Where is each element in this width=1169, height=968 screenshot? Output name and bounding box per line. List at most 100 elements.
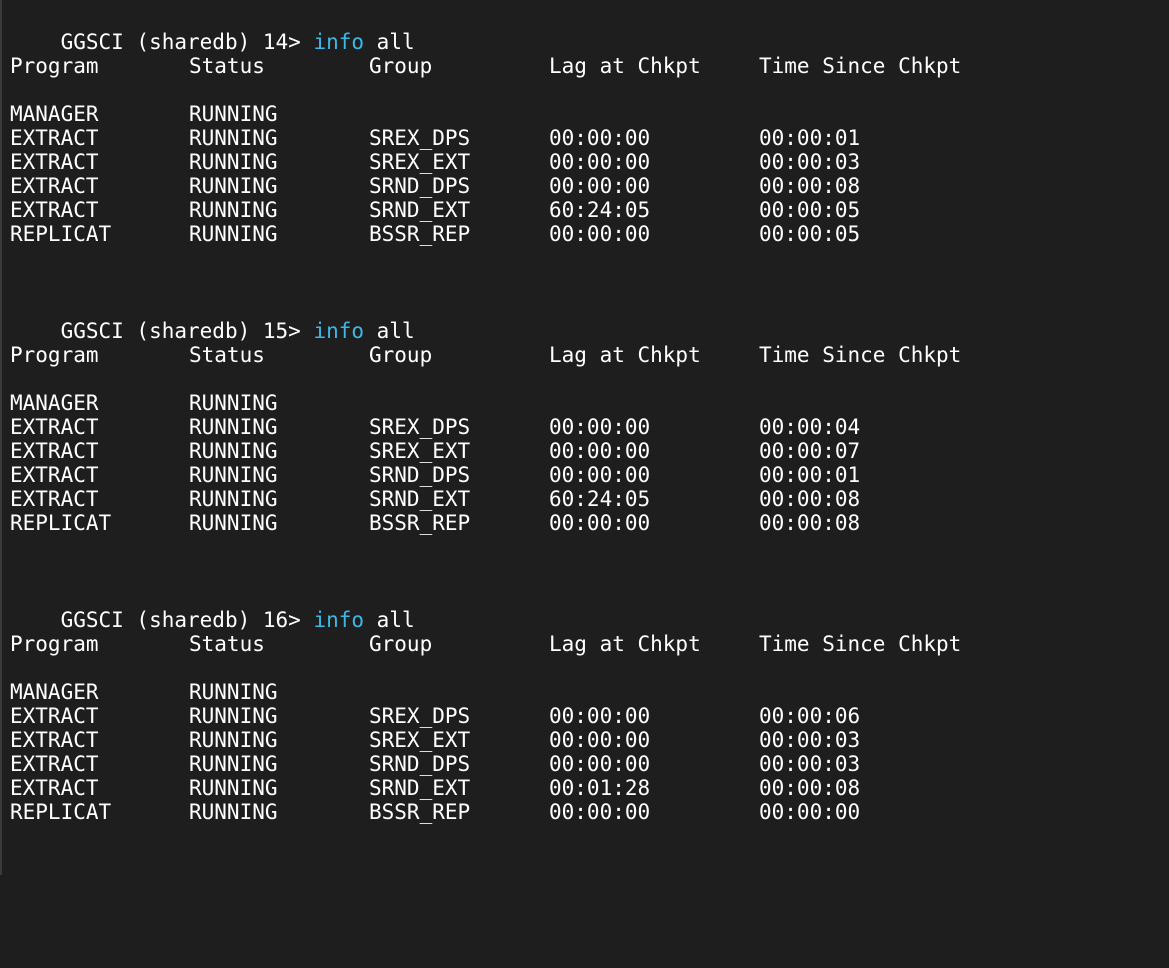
header-lag: Lag at Chkpt xyxy=(549,54,701,78)
cell-program: EXTRACT xyxy=(10,487,99,511)
cell-lag: 00:00:00 xyxy=(549,126,651,150)
terminal-window[interactable]: GGSCI (sharedb) 14> info all Program Sta… xyxy=(0,0,1169,875)
cell-lag: 60:24:05 xyxy=(549,487,651,511)
header-program: Program xyxy=(10,343,99,367)
cell-group: SRND_DPS xyxy=(369,174,471,198)
header-group: Group xyxy=(369,343,433,367)
table-row: MANAGER RUNNING xyxy=(10,680,278,704)
table-row: EXTRACT RUNNING SREX_DPS 00:00:00 00:00:… xyxy=(10,126,860,150)
table-row: EXTRACT RUNNING SREX_DPS 00:00:00 00:00:… xyxy=(10,415,860,439)
cell-time-since: 00:00:06 xyxy=(759,704,861,728)
cell-status: RUNNING xyxy=(189,728,278,752)
cell-time-since: 00:00:03 xyxy=(759,752,861,776)
cell-status: RUNNING xyxy=(189,463,278,487)
cell-program: EXTRACT xyxy=(10,415,99,439)
cell-status: RUNNING xyxy=(189,511,278,535)
cell-program: MANAGER xyxy=(10,102,99,126)
cell-time-since: 00:00:01 xyxy=(759,126,861,150)
cell-group: SRND_EXT xyxy=(369,776,471,800)
prompt-line: GGSCI (sharedb) 15> info all xyxy=(10,295,415,343)
command-text: info xyxy=(313,319,365,343)
cell-program: EXTRACT xyxy=(10,174,99,198)
cell-lag: 00:00:00 xyxy=(549,415,651,439)
cell-program: EXTRACT xyxy=(10,776,99,800)
table-row: EXTRACT RUNNING SREX_EXT 00:00:00 00:00:… xyxy=(10,728,860,752)
table-row: REPLICAT RUNNING BSSR_REP 00:00:00 00:00… xyxy=(10,222,860,246)
cell-lag: 00:00:00 xyxy=(549,150,651,174)
cell-group: BSSR_REP xyxy=(369,222,471,246)
header-time-since: Time Since Chkpt xyxy=(759,343,962,367)
command-args: all xyxy=(364,30,415,54)
cell-status: RUNNING xyxy=(189,102,278,126)
cell-group: SREX_EXT xyxy=(369,439,471,463)
table-row: EXTRACT RUNNING SRND_DPS 00:00:00 00:00:… xyxy=(10,752,860,776)
cell-lag: 00:00:00 xyxy=(549,463,651,487)
header-group: Group xyxy=(369,54,433,78)
table-row: EXTRACT RUNNING SRND_EXT 60:24:05 00:00:… xyxy=(10,487,860,511)
cell-time-since: 00:00:05 xyxy=(759,222,861,246)
header-group: Group xyxy=(369,632,433,656)
cell-lag: 00:00:00 xyxy=(549,752,651,776)
command-text: info xyxy=(313,30,365,54)
cell-group: SRND_DPS xyxy=(369,463,471,487)
header-program: Program xyxy=(10,632,99,656)
cell-status: RUNNING xyxy=(189,198,278,222)
cell-group: SREX_DPS xyxy=(369,704,471,728)
cell-group: BSSR_REP xyxy=(369,800,471,824)
cell-group: SRND_EXT xyxy=(369,198,471,222)
cell-status: RUNNING xyxy=(189,680,278,704)
command-args: all xyxy=(364,319,415,343)
cell-time-since: 00:00:03 xyxy=(759,150,861,174)
cell-program: EXTRACT xyxy=(10,126,99,150)
cell-status: RUNNING xyxy=(189,391,278,415)
table-row: MANAGER RUNNING xyxy=(10,391,278,415)
cell-status: RUNNING xyxy=(189,126,278,150)
cell-program: REPLICAT xyxy=(10,800,112,824)
cell-time-since: 00:00:01 xyxy=(759,463,861,487)
cell-time-since: 00:00:08 xyxy=(759,511,861,535)
cell-status: RUNNING xyxy=(189,222,278,246)
table-header: Program Status Group Lag at Chkpt Time S… xyxy=(10,632,961,656)
prompt-line: GGSCI (sharedb) 16> info all xyxy=(10,584,415,632)
cell-time-since: 00:00:05 xyxy=(759,198,861,222)
cell-program: EXTRACT xyxy=(10,752,99,776)
cell-program: EXTRACT xyxy=(10,463,99,487)
cell-program: REPLICAT xyxy=(10,511,112,535)
cell-group: SREX_DPS xyxy=(369,126,471,150)
table-row: EXTRACT RUNNING SRND_EXT 60:24:05 00:00:… xyxy=(10,198,860,222)
cell-time-since: 00:00:03 xyxy=(759,728,861,752)
cell-status: RUNNING xyxy=(189,704,278,728)
cell-status: RUNNING xyxy=(189,174,278,198)
cell-program: EXTRACT xyxy=(10,728,99,752)
cell-time-since: 00:00:00 xyxy=(759,800,861,824)
cell-status: RUNNING xyxy=(189,752,278,776)
table-row: EXTRACT RUNNING SRND_DPS 00:00:00 00:00:… xyxy=(10,463,860,487)
prompt-text: GGSCI (sharedb) 16> xyxy=(60,608,314,632)
cell-lag: 00:00:00 xyxy=(549,511,651,535)
table-row: REPLICAT RUNNING BSSR_REP 00:00:00 00:00… xyxy=(10,800,860,824)
cell-time-since: 00:00:08 xyxy=(759,174,861,198)
cell-lag: 00:00:00 xyxy=(549,704,651,728)
cell-group: SREX_EXT xyxy=(369,150,471,174)
cell-time-since: 00:00:08 xyxy=(759,487,861,511)
header-time-since: Time Since Chkpt xyxy=(759,54,962,78)
table-header: Program Status Group Lag at Chkpt Time S… xyxy=(10,54,961,78)
cell-program: REPLICAT xyxy=(10,222,112,246)
header-status: Status xyxy=(189,632,265,656)
cell-program: EXTRACT xyxy=(10,439,99,463)
cell-lag: 00:00:00 xyxy=(549,174,651,198)
table-row: EXTRACT RUNNING SRND_EXT 00:01:28 00:00:… xyxy=(10,776,860,800)
header-program: Program xyxy=(10,54,99,78)
cell-program: EXTRACT xyxy=(10,704,99,728)
header-time-since: Time Since Chkpt xyxy=(759,632,962,656)
table-row: MANAGER RUNNING xyxy=(10,102,278,126)
table-row: EXTRACT RUNNING SRND_DPS 00:00:00 00:00:… xyxy=(10,174,860,198)
cell-status: RUNNING xyxy=(189,776,278,800)
cell-status: RUNNING xyxy=(189,439,278,463)
cell-time-since: 00:00:07 xyxy=(759,439,861,463)
table-row: REPLICAT RUNNING BSSR_REP 00:00:00 00:00… xyxy=(10,511,860,535)
cell-group: SRND_EXT xyxy=(369,487,471,511)
command-args: all xyxy=(364,608,415,632)
cell-lag: 00:01:28 xyxy=(549,776,651,800)
prompt-text: GGSCI (sharedb) 14> xyxy=(60,30,314,54)
